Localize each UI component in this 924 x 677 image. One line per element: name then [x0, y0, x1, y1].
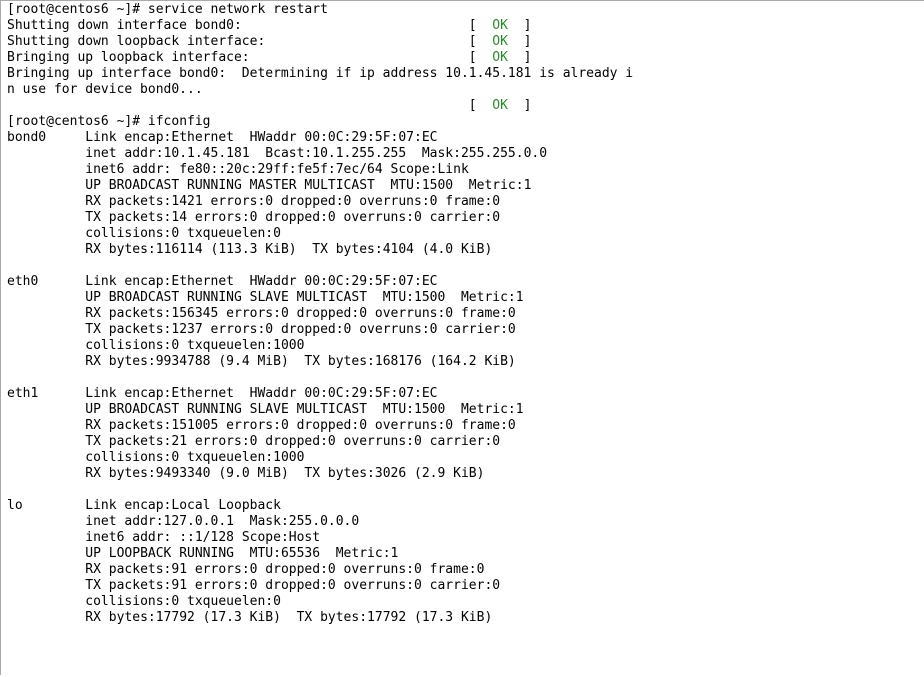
iface-line: RX bytes:116114 (113.3 KiB) TX bytes:410… [85, 242, 492, 257]
status-line: Bringing up loopback interface: [7, 50, 469, 65]
iface-line: TX packets:14 errors:0 dropped:0 overrun… [85, 210, 500, 225]
iface-line: inet addr:10.1.45.181 Bcast:10.1.255.255… [85, 146, 547, 161]
output-line: Bringing up interface bond0: Determining… [7, 66, 633, 81]
status-ok: OK [492, 18, 508, 33]
iface-line: TX packets:1237 errors:0 dropped:0 overr… [85, 322, 515, 337]
iface-line: RX packets:151005 errors:0 dropped:0 ove… [85, 418, 515, 433]
iface-name: bond0 [7, 130, 46, 145]
iface-line: inet6 addr: fe80::20c:29ff:fe5f:7ec/64 S… [85, 162, 469, 177]
iface-line: RX packets:1421 errors:0 dropped:0 overr… [85, 194, 500, 209]
iface-line: collisions:0 txqueuelen:0 [85, 226, 281, 241]
status-line: Shutting down loopback interface: [7, 34, 469, 49]
iface-line: inet6 addr: ::1/128 Scope:Host [85, 530, 320, 545]
iface-line: Link encap:Ethernet HWaddr 00:0C:29:5F:0… [85, 386, 437, 401]
iface-line: Link encap:Local Loopback [85, 498, 281, 513]
iface-name: eth0 [7, 274, 38, 289]
iface-line: collisions:0 txqueuelen:1000 [85, 450, 304, 465]
iface-line: Link encap:Ethernet HWaddr 00:0C:29:5F:0… [85, 130, 437, 145]
status-ok: OK [492, 50, 508, 65]
iface-line: TX packets:21 errors:0 dropped:0 overrun… [85, 434, 500, 449]
status-line: Shutting down interface bond0: [7, 18, 469, 33]
status-ok: OK [492, 34, 508, 49]
cmd: service network restart [148, 2, 328, 17]
iface-name: eth1 [7, 386, 38, 401]
status-ok: OK [492, 98, 508, 113]
iface-line: Link encap:Ethernet HWaddr 00:0C:29:5F:0… [85, 274, 437, 289]
iface-line: UP BROADCAST RUNNING SLAVE MULTICAST MTU… [85, 402, 523, 417]
iface-line: collisions:0 txqueuelen:0 [85, 594, 281, 609]
iface-line: RX bytes:17792 (17.3 KiB) TX bytes:17792… [85, 610, 492, 625]
iface-line: RX packets:156345 errors:0 dropped:0 ove… [85, 306, 515, 321]
status-line [7, 98, 469, 113]
iface-line: RX bytes:9934788 (9.4 MiB) TX bytes:1681… [85, 354, 515, 369]
prompt: [root@centos6 ~]# [7, 114, 140, 129]
iface-line: inet addr:127.0.0.1 Mask:255.0.0.0 [85, 514, 359, 529]
iface-line: UP LOOPBACK RUNNING MTU:65536 Metric:1 [85, 546, 398, 561]
output-line: n use for device bond0... [7, 82, 203, 97]
iface-line: RX bytes:9493340 (9.0 MiB) TX bytes:3026… [85, 466, 484, 481]
iface-line: UP BROADCAST RUNNING SLAVE MULTICAST MTU… [85, 290, 523, 305]
cmd: ifconfig [148, 114, 211, 129]
iface-line: collisions:0 txqueuelen:1000 [85, 338, 304, 353]
prompt: [root@centos6 ~]# [7, 2, 140, 17]
iface-line: RX packets:91 errors:0 dropped:0 overrun… [85, 562, 484, 577]
iface-line: TX packets:91 errors:0 dropped:0 overrun… [85, 578, 500, 593]
iface-name: lo [7, 498, 23, 513]
iface-line: UP BROADCAST RUNNING MASTER MULTICAST MT… [85, 178, 531, 193]
